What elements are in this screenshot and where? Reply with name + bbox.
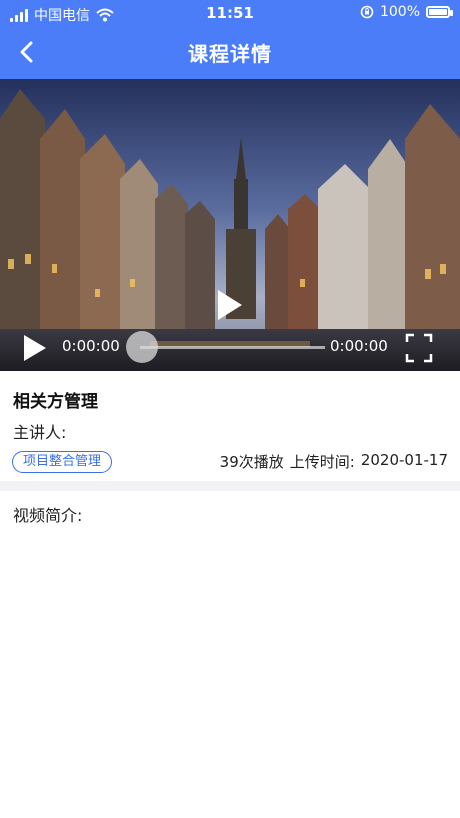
upload-time-label: 上传时间: bbox=[289, 453, 355, 471]
upload-date: 2020-01-17 bbox=[360, 451, 448, 469]
page-title: 课程详情 bbox=[188, 42, 272, 66]
status-right: 100% bbox=[360, 4, 453, 20]
seek-bar[interactable] bbox=[140, 346, 325, 349]
section-divider bbox=[0, 481, 460, 491]
seek-knob[interactable] bbox=[126, 331, 158, 363]
intro-label: 视频简介: bbox=[13, 506, 83, 525]
battery-percent: 100% bbox=[379, 4, 420, 20]
course-title: 相关方管理 bbox=[13, 392, 98, 412]
orientation-lock-icon bbox=[360, 5, 374, 19]
course-stats: 39次播放 上传时间: 2020-01-17 bbox=[220, 451, 448, 472]
battery-icon bbox=[426, 6, 453, 18]
video-player[interactable]: 0:00:00 0:00:00 bbox=[0, 79, 460, 371]
player-controls: 0:00:00 0:00:00 bbox=[0, 327, 460, 371]
app-header: 中国电信 11:51 100% 课程详情 bbox=[0, 0, 460, 79]
current-time: 0:00:00 bbox=[62, 337, 120, 355]
nav-bar: 课程详情 bbox=[0, 30, 460, 75]
status-bar: 中国电信 11:51 100% bbox=[0, 0, 460, 28]
play-overlay-icon[interactable] bbox=[214, 287, 244, 323]
lecturer-label: 主讲人: bbox=[13, 423, 67, 442]
duration-time: 0:00:00 bbox=[330, 337, 388, 355]
play-count: 39次播放 bbox=[219, 453, 284, 471]
play-button[interactable] bbox=[22, 333, 48, 363]
fullscreen-icon[interactable] bbox=[405, 333, 433, 363]
category-tag[interactable]: 项目整合管理 bbox=[12, 451, 113, 473]
